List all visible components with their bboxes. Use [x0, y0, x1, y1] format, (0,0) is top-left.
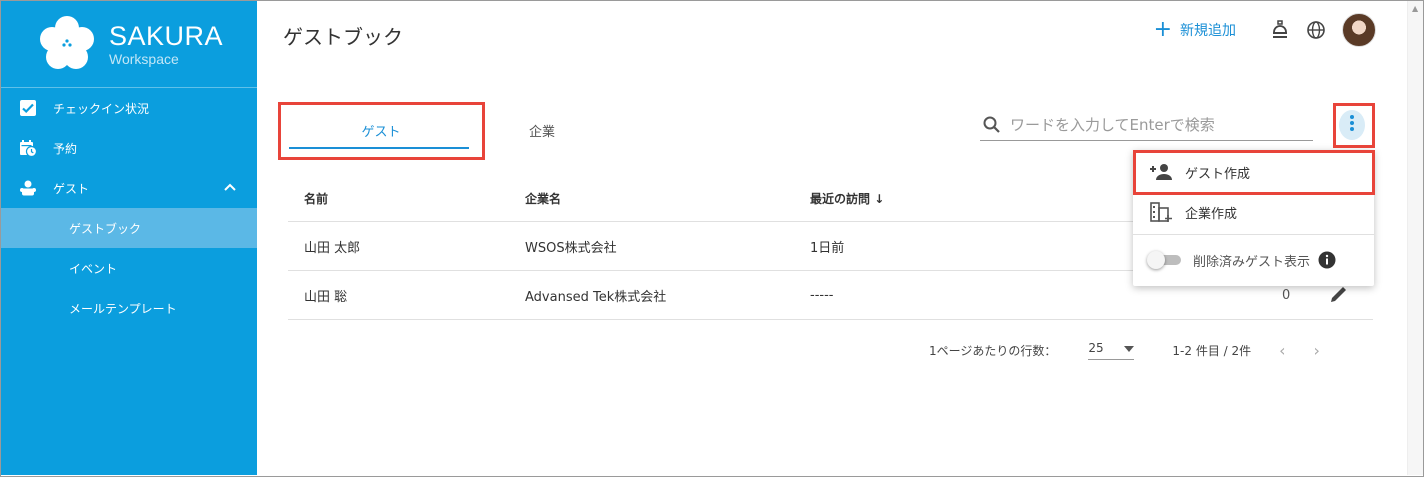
prev-page-button[interactable]: ‹: [1279, 341, 1285, 360]
more-vert-icon: [1349, 114, 1355, 136]
guest-company: Advansed Tek株式会社: [525, 289, 667, 305]
menu-item-create-company[interactable]: 企業作成: [1133, 192, 1374, 232]
add-new-button[interactable]: + 新規追加: [1153, 17, 1236, 42]
dropdown-arrow-icon: [1124, 341, 1135, 355]
search-icon: [982, 115, 1002, 135]
menu-item-label: 企業作成: [1185, 206, 1238, 222]
rows-per-page-label: 1ページあたりの行数：: [929, 344, 1057, 358]
guest-company: WSOS株式会社: [525, 240, 617, 256]
rows-per-page-select[interactable]: 25: [1088, 341, 1135, 360]
sidebar-item-guest[interactable]: ゲスト: [1, 168, 257, 208]
brand-subtitle: Workspace: [109, 51, 179, 67]
sidebar-item-guestbook[interactable]: ゲストブック: [1, 208, 257, 248]
sidebar-item-event[interactable]: イベント: [1, 248, 257, 288]
rows-per-page-value: 25: [1088, 341, 1104, 355]
more-options-button[interactable]: [1339, 110, 1365, 140]
search-input[interactable]: [1010, 115, 1300, 134]
tab-bar: ゲスト 企業: [277, 101, 777, 159]
people-icon: [19, 179, 37, 197]
sidebar-item-label: 予約: [53, 141, 78, 156]
next-page-button[interactable]: ›: [1314, 341, 1320, 360]
domain-add-icon: [1149, 202, 1173, 222]
sidebar: SAKURA Workspace チェックイン状況 予約 ゲスト ゲストブック …: [1, 1, 257, 475]
guest-name: 山田 聡: [304, 289, 348, 305]
column-header-company[interactable]: 企業名: [525, 190, 561, 207]
edit-pencil-icon[interactable]: [1328, 283, 1352, 307]
top-actions: + 新規追加: [1154, 13, 1376, 47]
reception-bell-icon[interactable]: [1268, 18, 1292, 42]
guest-last-visit: 1日前: [810, 240, 845, 256]
sidebar-item-label: ゲスト: [53, 181, 90, 196]
brand: SAKURA Workspace: [1, 1, 257, 88]
sidebar-item-label: チェックイン状況: [53, 101, 150, 116]
menu-item-create-guest[interactable]: ゲスト作成: [1133, 152, 1374, 192]
show-deleted-label: 削除済みゲスト表示: [1193, 254, 1311, 270]
chevron-up-icon: [223, 180, 237, 197]
vertical-scrollbar[interactable]: ▲: [1407, 1, 1423, 475]
globe-icon[interactable]: [1304, 18, 1328, 42]
checkbox-icon: [19, 99, 37, 117]
tab-guest-label: ゲスト: [361, 124, 401, 140]
tab-company-label: 企業: [528, 124, 555, 140]
person-add-icon: [1149, 162, 1173, 182]
column-header-name[interactable]: 名前: [304, 190, 328, 207]
tab-guest[interactable]: ゲスト: [277, 101, 485, 159]
visit-count: 0: [1282, 287, 1291, 303]
tab-company[interactable]: 企業: [507, 101, 577, 159]
sakura-logo-icon: [37, 14, 97, 74]
sidebar-item-checkin[interactable]: チェックイン状況: [1, 88, 257, 128]
show-deleted-guests-row: 削除済みゲスト表示: [1133, 235, 1374, 285]
brand-name: SAKURA: [109, 21, 224, 51]
sidebar-item-reservation[interactable]: 予約: [1, 128, 257, 168]
search-box: [980, 109, 1313, 141]
user-avatar[interactable]: [1342, 13, 1376, 47]
scroll-up-arrow-icon[interactable]: ▲: [1412, 4, 1418, 13]
page-range: 1-2 件目 / 2件: [1172, 344, 1252, 358]
show-deleted-toggle[interactable]: [1147, 251, 1183, 269]
tab-indicator: [289, 147, 469, 149]
page-title: ゲストブック: [283, 25, 403, 49]
guest-last-visit: -----: [810, 287, 834, 303]
sort-arrow-icon: ↓: [874, 191, 885, 206]
more-options-menu: ゲスト作成 企業作成 削除済みゲスト表示: [1133, 150, 1374, 286]
sidebar-item-label: ゲストブック: [69, 221, 142, 236]
column-header-last-visit-label: 最近の訪問: [810, 191, 871, 206]
info-icon[interactable]: [1318, 251, 1336, 269]
add-new-label: 新規追加: [1180, 23, 1236, 39]
sidebar-item-label: イベント: [69, 261, 118, 276]
plus-icon: +: [1153, 17, 1172, 42]
column-header-last-visit[interactable]: 最近の訪問 ↓: [810, 190, 884, 207]
pagination: 1ページあたりの行数： 25 1-2 件目 / 2件 ‹ ›: [929, 341, 1320, 360]
sidebar-item-mail-template[interactable]: メールテンプレート: [1, 288, 257, 328]
sidebar-item-label: メールテンプレート: [69, 301, 177, 316]
menu-item-label: ゲスト作成: [1185, 166, 1251, 182]
calendar-clock-icon: [19, 139, 37, 157]
guest-name: 山田 太郎: [304, 240, 361, 256]
